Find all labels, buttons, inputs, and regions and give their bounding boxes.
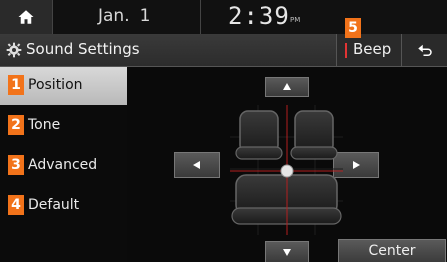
screen: Jan. 1 2:39 PM Sound Settings Beep 5 1 P… [0,0,447,262]
menu-number-badge: 3 [8,155,24,175]
arrow-up-icon [283,83,291,90]
home-icon [18,10,34,24]
menu-item-label: Tone [28,117,61,133]
gear-icon [6,42,22,58]
back-icon [418,44,432,56]
arrow-left-icon [193,161,200,169]
arrow-down-icon [283,249,291,256]
menu-number-badge: 1 [8,75,24,95]
menu-item-default[interactable]: 4 Default [0,187,127,225]
beep-label: Beep [353,40,392,58]
menu-item-label: Position [28,77,83,93]
menu-item-label: Default [28,197,80,213]
home-button[interactable] [0,0,52,34]
clock-ampm: PM [290,16,301,24]
menu-item-advanced[interactable]: 3 Advanced [0,147,127,185]
back-button[interactable] [401,34,447,66]
menu-item-position[interactable]: 1 Position [0,67,127,105]
status-separator [52,0,53,34]
settings-menu: 1 Position 2 Tone 3 Advanced 4 Default [0,67,127,262]
position-panel: Center [127,67,447,262]
position-knob[interactable] [280,164,294,178]
clock-time: 2:39 [228,2,290,30]
move-left-button[interactable] [174,152,220,178]
seat-diagram[interactable] [230,105,343,235]
status-separator [200,0,201,34]
menu-item-label: Advanced [28,157,98,173]
front-left-seat [235,110,283,160]
menu-item-tone[interactable]: 2 Tone [0,107,127,145]
move-up-button[interactable] [265,77,309,97]
center-button[interactable]: Center [338,239,446,262]
arrow-right-icon [353,161,360,169]
menu-number-badge: 2 [8,115,24,135]
beep-indicator [345,43,347,58]
date: Jan. 1 [98,6,150,26]
front-right-seat [290,110,338,160]
beep-button[interactable]: Beep [336,34,401,66]
title-bar: Sound Settings Beep [0,34,447,67]
menu-number-badge: 4 [8,195,24,215]
status-bar: Jan. 1 2:39 PM [0,0,447,34]
page-title: Sound Settings [26,40,140,58]
move-down-button[interactable] [265,241,309,262]
date-month: Jan. [98,6,130,26]
callout-badge-beep: 5 [345,18,361,38]
date-day: 1 [139,6,151,26]
